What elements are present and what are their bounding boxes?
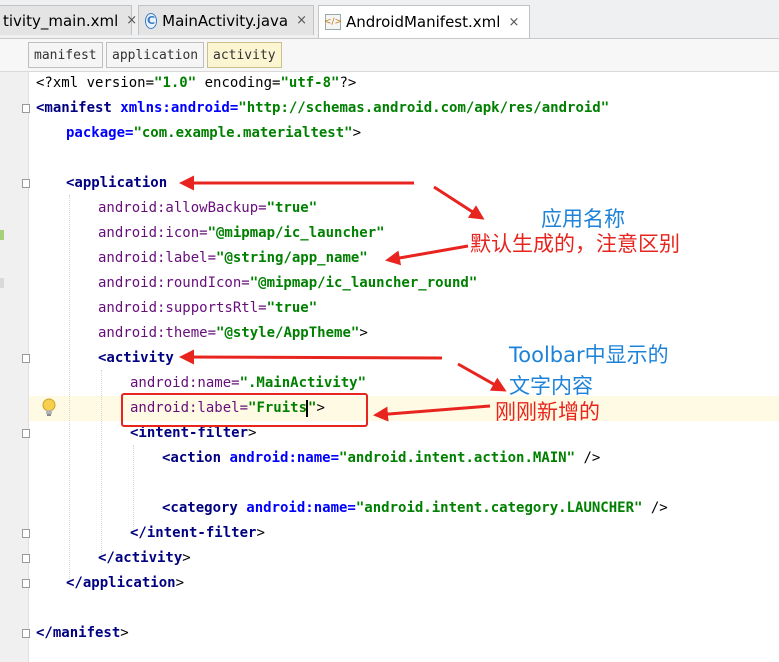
arrow-to-app-label <box>385 244 469 266</box>
annotation-default-note: 默认生成的，注意区别 <box>470 232 680 256</box>
annotation-arrows <box>179 175 507 422</box>
annotation-new-added: 刚刚新增的 <box>495 400 600 424</box>
arrow-to-activity <box>179 349 443 365</box>
arrow-from-note <box>433 185 485 220</box>
arrow-to-new-label <box>373 404 491 422</box>
arrow-from-toolbar-note <box>457 362 507 392</box>
annotation-toolbar-line1: Toolbar中显示的 <box>509 343 669 367</box>
